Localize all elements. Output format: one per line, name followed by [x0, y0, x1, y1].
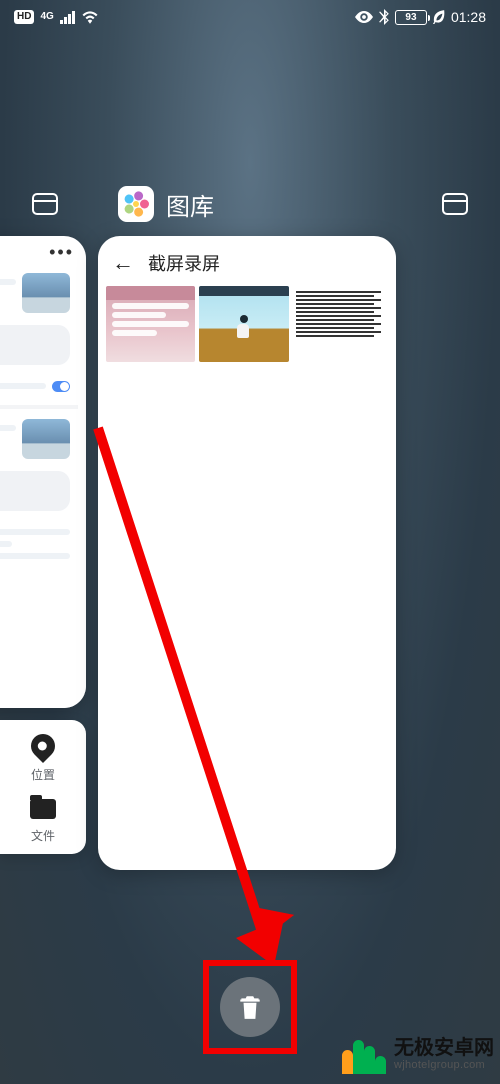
- clear-all-button[interactable]: [220, 977, 280, 1037]
- clock: 01:28: [451, 9, 486, 25]
- gallery-thumb[interactable]: [293, 286, 388, 362]
- attach-file[interactable]: 文件: [30, 799, 56, 844]
- attach-location-label: 位置: [31, 766, 55, 783]
- chat-bubble: [0, 325, 70, 365]
- status-bar: HD 4G 93 01:28: [0, 0, 500, 34]
- signal-icon: [60, 11, 75, 24]
- trash-icon: [237, 993, 263, 1021]
- leaf-icon: [433, 10, 445, 24]
- recents-card-gallery[interactable]: ← 截屏录屏: [98, 236, 396, 870]
- folder-icon: [30, 799, 56, 819]
- multiwindow-right-icon[interactable]: [442, 193, 468, 215]
- gallery-app-icon: [118, 186, 154, 222]
- wifi-icon: [81, 10, 99, 24]
- watermark-name: 无极安卓网: [394, 1037, 494, 1059]
- chat-bubble: [0, 471, 70, 511]
- bluetooth-icon: [379, 9, 389, 25]
- gallery-thumb[interactable]: [106, 286, 195, 362]
- more-icon[interactable]: •••: [0, 236, 86, 263]
- status-left: HD 4G: [14, 10, 99, 24]
- recents-card-previous[interactable]: ••• ☺ +: [0, 236, 86, 708]
- gallery-thumb[interactable]: [199, 286, 288, 362]
- gallery-header: ← 截屏录屏: [98, 236, 396, 286]
- hd-badge: HD: [14, 10, 34, 24]
- battery-icon: 93: [395, 10, 427, 25]
- network-type: 4G: [40, 12, 53, 22]
- watermark-url: wjhotelgroup.com: [394, 1059, 494, 1071]
- back-arrow-icon[interactable]: ←: [112, 252, 134, 274]
- status-right: 93 01:28: [355, 9, 486, 25]
- attach-file-label: 文件: [31, 827, 55, 844]
- toggle-icon[interactable]: [52, 381, 70, 392]
- watermark: 无极安卓网 wjhotelgroup.com: [342, 1034, 494, 1074]
- location-pin-icon: [26, 729, 60, 763]
- annotation-highlight: [203, 960, 297, 1054]
- app-title[interactable]: 图库: [118, 186, 214, 222]
- input-toolbar: ☺ +: [0, 672, 86, 708]
- recents-header: 图库: [0, 182, 500, 226]
- attach-location[interactable]: 位置: [31, 734, 55, 783]
- gallery-album-title: 截屏录屏: [148, 250, 220, 276]
- chat-image-thumb: [22, 419, 70, 459]
- watermark-logo-icon: [342, 1034, 386, 1074]
- app-title-label: 图库: [166, 187, 214, 222]
- gallery-thumbs: [98, 286, 396, 362]
- attachment-panel: 位置 文件: [0, 720, 86, 854]
- multiwindow-left-icon[interactable]: [32, 193, 58, 215]
- eye-icon: [355, 11, 373, 23]
- battery-level: 93: [405, 12, 416, 23]
- chat-image-thumb: [22, 273, 70, 313]
